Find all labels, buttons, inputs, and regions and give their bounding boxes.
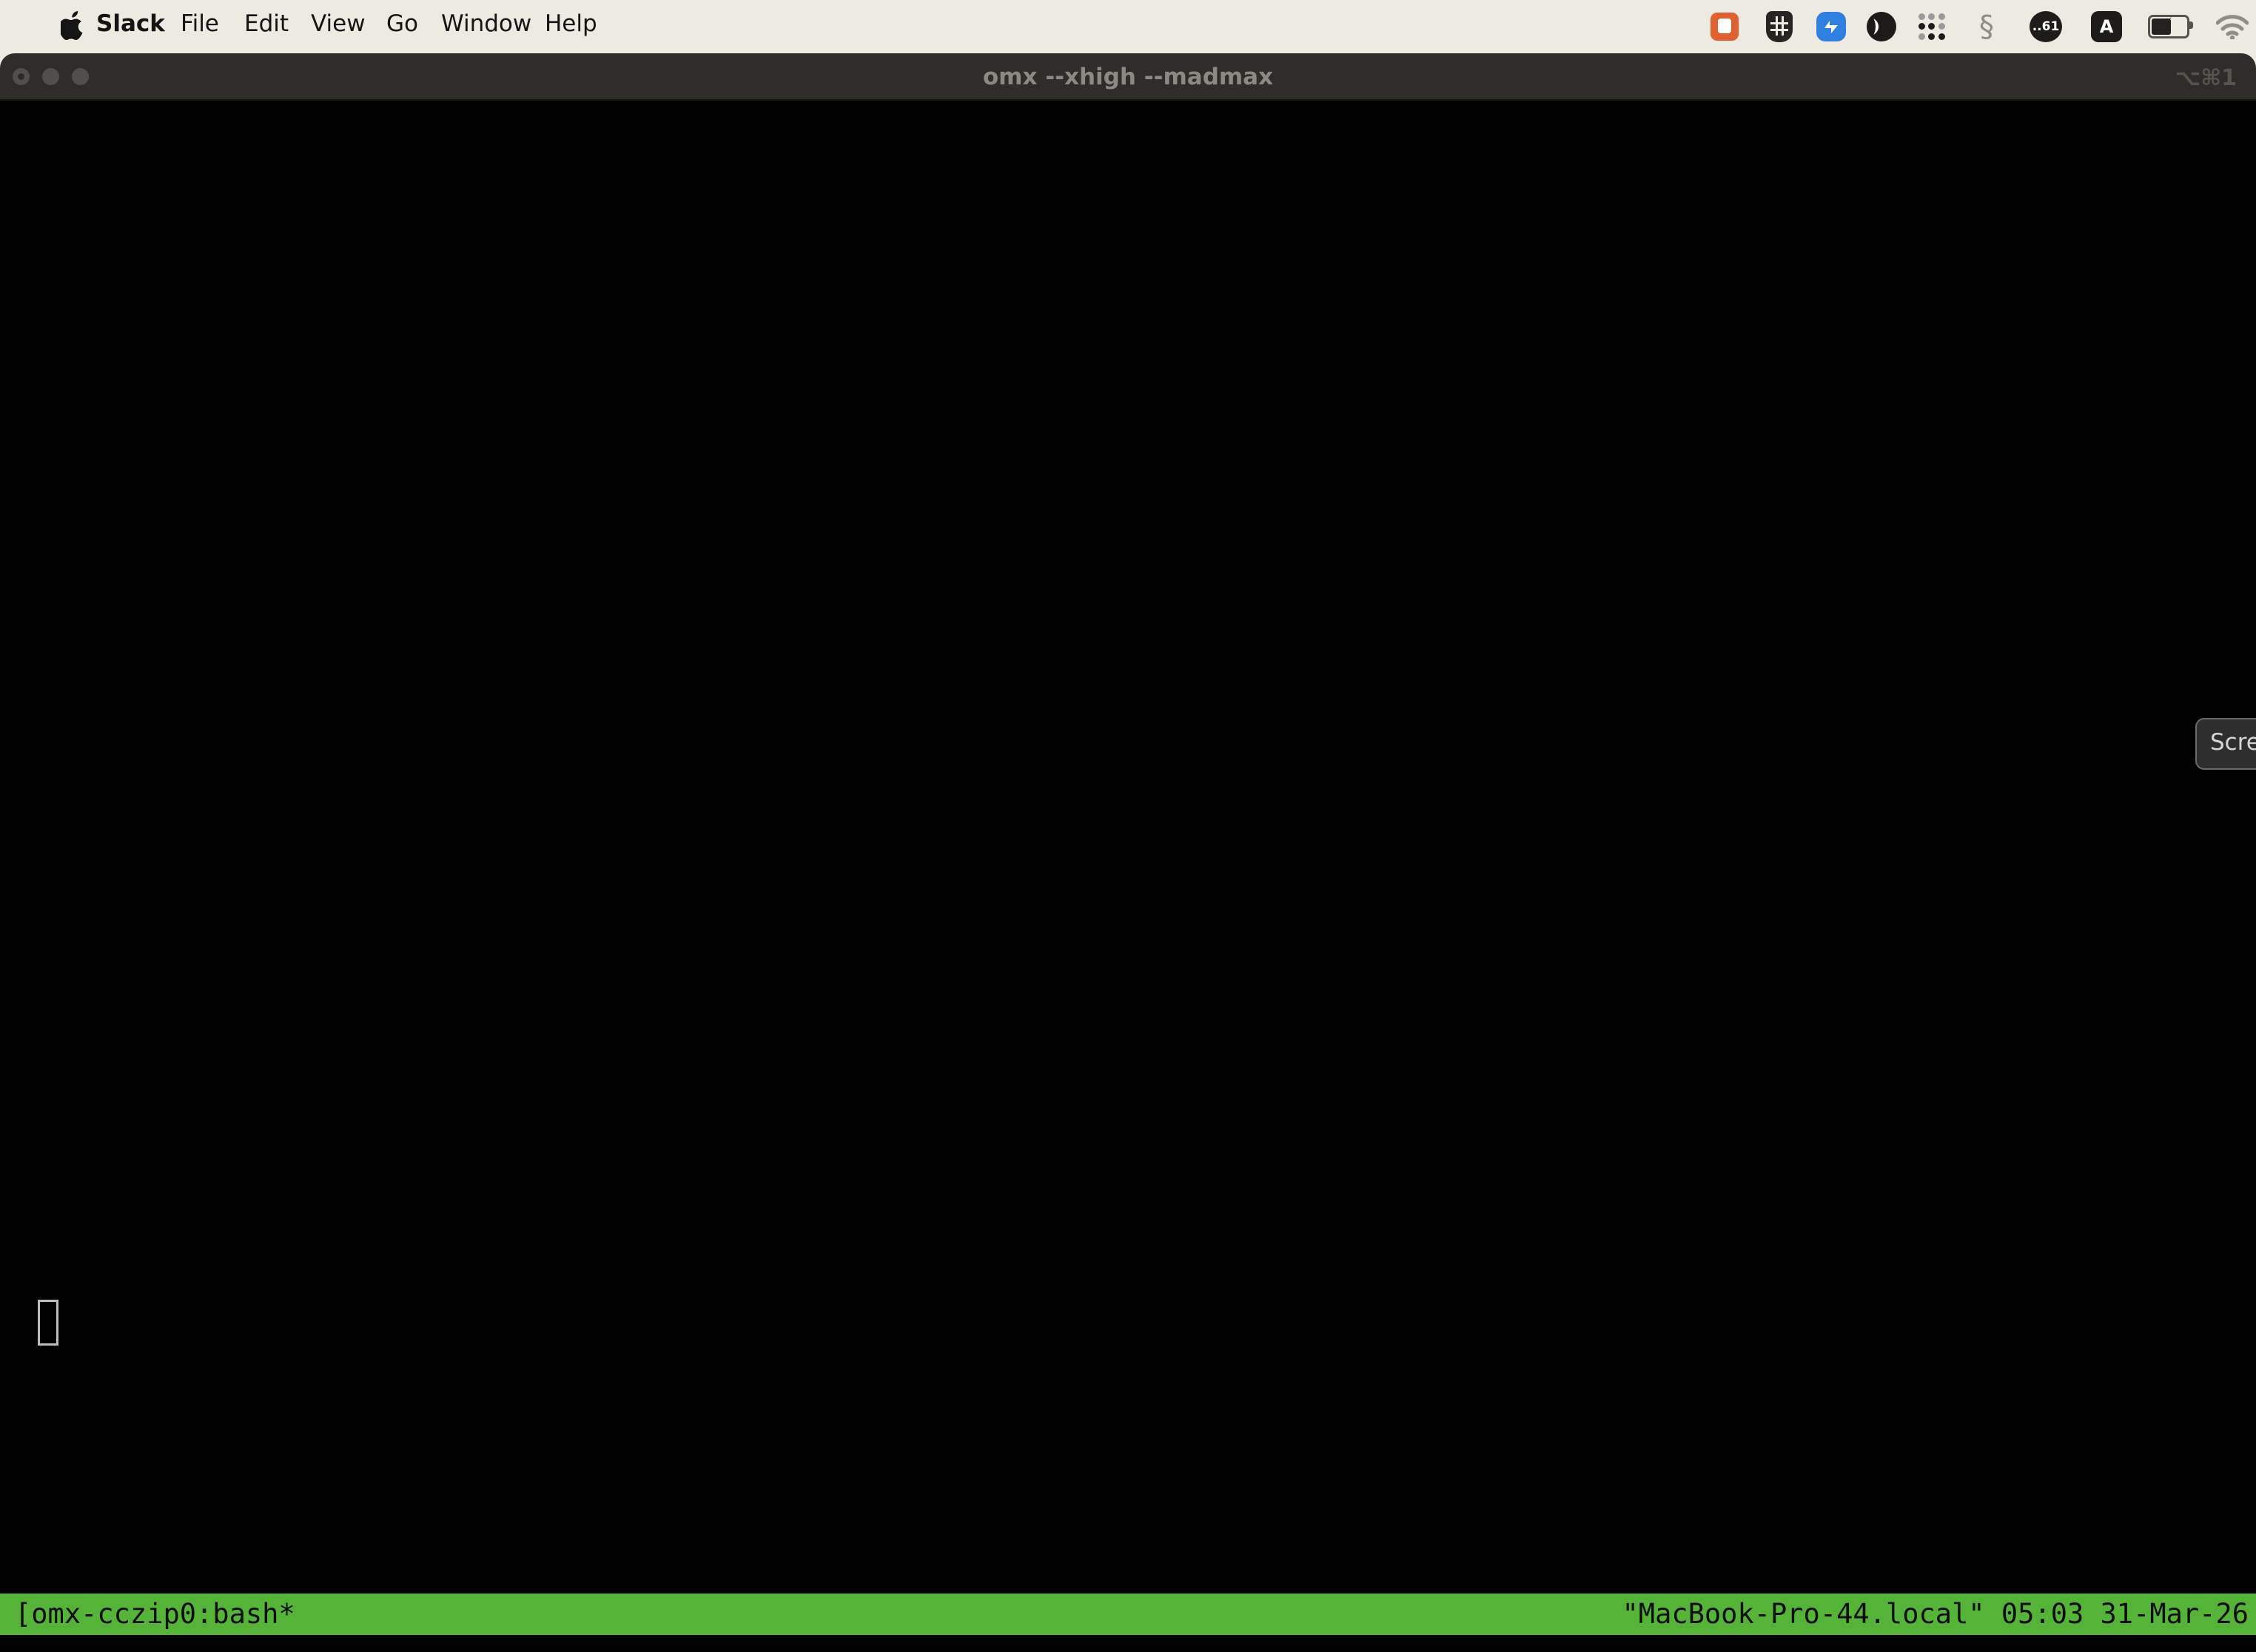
menu-item-edit[interactable]: Edit (244, 10, 289, 37)
menu-item-go[interactable]: Go (386, 10, 418, 37)
tmux-host-clock: "MacBook-Pro-44.local" 05:03 31-Mar-26 (1622, 1594, 2249, 1635)
menu-item-file[interactable]: File (181, 10, 219, 37)
tmux-status-bar: [omx-cczip0:bash* "MacBook-Pro-44.local"… (0, 1594, 2256, 1635)
tmux-session-label: [omx-cczip0:bash* (15, 1594, 295, 1635)
shield-icon[interactable] (1762, 9, 1797, 44)
window-title: omx --xhigh --madmax (0, 64, 2256, 90)
text-cursor (38, 1300, 58, 1346)
menu-item-help[interactable]: Help (545, 10, 597, 37)
screenshot-popup-button[interactable]: Scre (2195, 718, 2256, 770)
window-shortcut-hint: ⌥⌘1 (2175, 65, 2237, 91)
battery-icon[interactable]: ⚡ (2145, 9, 2192, 44)
terminal-window[interactable] (0, 101, 2256, 1652)
menu-item-window[interactable]: Window (441, 10, 531, 37)
menu-item-view[interactable]: View (311, 10, 366, 37)
wifi-icon[interactable] (2215, 9, 2250, 44)
a-key-icon[interactable]: A (2089, 9, 2124, 44)
menu-bar: Slack File Edit View Go Window Help § ..… (0, 0, 2256, 53)
squiggle-icon[interactable]: § (1969, 9, 2004, 44)
apple-menu-icon[interactable] (61, 10, 86, 40)
crescent-app-icon[interactable] (1864, 9, 1899, 44)
chat-app-icon[interactable] (1707, 9, 1742, 44)
grid-dots-icon[interactable] (1914, 9, 1950, 44)
zigzag-badge-icon[interactable] (1813, 9, 1849, 44)
menu-app-name[interactable]: Slack (96, 10, 165, 37)
battery-percent-icon[interactable]: ..61 (2028, 9, 2064, 44)
